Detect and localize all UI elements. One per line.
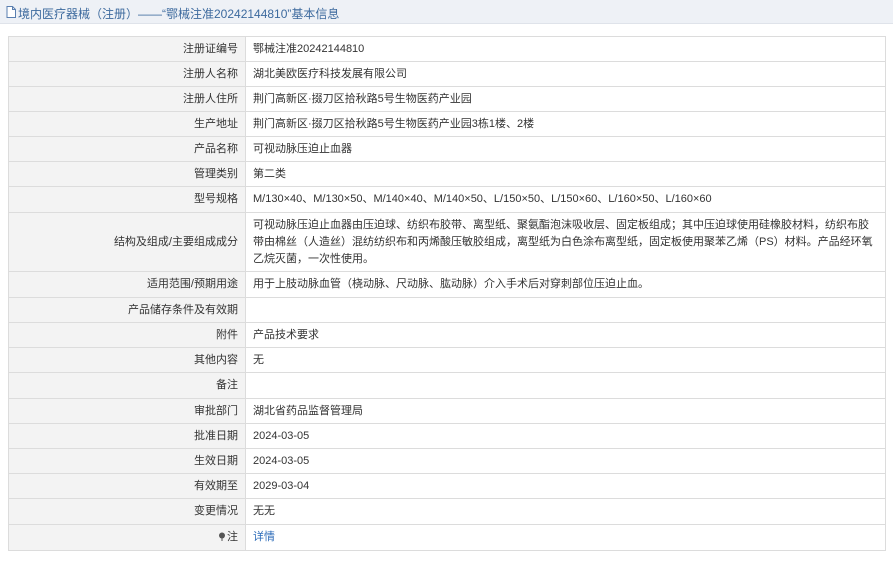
field-value: 2029-03-04 — [245, 473, 886, 499]
page-title: 境内医疗器械（注册）——“鄂械注准20242144810”基本信息 — [18, 7, 340, 21]
note-value-cell: 详情 — [245, 524, 886, 551]
field-label: 结构及组成/主要组成成分 — [8, 212, 246, 272]
field-value: 2024-03-05 — [245, 448, 886, 474]
table-row: 产品储存条件及有效期 — [8, 297, 886, 323]
field-value: M/130×40、M/130×50、M/140×40、M/140×50、L/15… — [245, 186, 886, 213]
field-label: 有效期至 — [8, 473, 246, 499]
field-label: 其他内容 — [8, 347, 246, 373]
table-row: 注册人住所 荆门高新区·掇刀区拾秋路5号生物医药产业园 — [8, 86, 886, 112]
field-value: 无 — [245, 347, 886, 373]
field-label: 附件 — [8, 322, 246, 348]
field-label: 适用范围/预期用途 — [8, 271, 246, 298]
field-value: 可视动脉压迫止血器 — [245, 136, 886, 162]
table-row: 生产地址 荆门高新区·掇刀区拾秋路5号生物医药产业园3栋1楼、2楼 — [8, 111, 886, 137]
table-row: 其他内容无 — [8, 347, 886, 373]
table-row: 注册证编号 鄂械注准20242144810 — [8, 36, 886, 62]
field-label: 产品储存条件及有效期 — [8, 297, 246, 323]
table-row: 结构及组成/主要组成成分 可视动脉压迫止血器由压迫球、纺织布胶带、离型纸、聚氨酯泡… — [8, 212, 886, 272]
field-label: 产品名称 — [8, 136, 246, 162]
table-row: 生效日期 2024-03-05 — [8, 448, 886, 474]
field-value: 荆门高新区·掇刀区拾秋路5号生物医药产业园3栋1楼、2楼 — [245, 111, 886, 137]
field-label: 注册人住所 — [8, 86, 246, 112]
field-label: 型号规格 — [8, 186, 246, 213]
detail-table: 注册证编号 鄂械注准20242144810 注册人名称 湖北美欧医疗科技发展有限公司注… — [8, 36, 886, 551]
table-row: 产品名称 可视动脉压迫止血器 — [8, 136, 886, 162]
field-value: 产品技术要求 — [245, 322, 886, 348]
field-value: 荆门高新区·掇刀区拾秋路5号生物医药产业园 — [245, 86, 886, 112]
field-label: 注册证编号 — [8, 36, 246, 62]
header-bar: 境内医疗器械（注册）——“鄂械注准20242144810”基本信息 — [0, 0, 893, 24]
table-row-note: 注 详情 — [8, 524, 886, 551]
field-value: 可视动脉压迫止血器由压迫球、纺织布胶带、离型纸、聚氨酯泡沫吸收层、固定板组成；其… — [245, 212, 886, 272]
field-label: 备注 — [8, 372, 246, 399]
document-icon — [6, 6, 16, 21]
field-value: 用于上肢动脉血管（桡动脉、尺动脉、肱动脉）介入手术后对穿刺部位压迫止血。 — [245, 271, 886, 298]
note-label-cell: 注 — [8, 524, 246, 551]
field-value: 第二类 — [245, 161, 886, 187]
table-row: 有效期至 2029-03-04 — [8, 473, 886, 499]
field-value — [245, 372, 886, 399]
field-label: 审批部门 — [8, 398, 246, 424]
table-row: 批准日期 2024-03-05 — [8, 423, 886, 449]
field-value: 湖北省药品监督管理局 — [245, 398, 886, 424]
field-label: 批准日期 — [8, 423, 246, 449]
field-label: 生产地址 — [8, 111, 246, 137]
field-value: 无无 — [245, 498, 886, 525]
table-row: 附件 产品技术要求 — [8, 322, 886, 348]
details-link[interactable]: 详情 — [253, 531, 275, 543]
table-row: 变更情况 无无 — [8, 498, 886, 525]
field-value — [245, 297, 886, 323]
table-row: 审批部门 湖北省药品监督管理局 — [8, 398, 886, 424]
field-label: 管理类别 — [8, 161, 246, 187]
field-value: 2024-03-05 — [245, 423, 886, 449]
field-label: 生效日期 — [8, 448, 246, 474]
table-row: 注册人名称 湖北美欧医疗科技发展有限公司 — [8, 61, 886, 87]
field-label: 变更情况 — [8, 498, 246, 525]
table-row: 管理类别 第二类 — [8, 161, 886, 187]
table-row: 适用范围/预期用途 用于上肢动脉血管（桡动脉、尺动脉、肱动脉）介入手术后对穿刺部位… — [8, 271, 886, 298]
table-row: 备注 — [8, 372, 886, 399]
field-value: 湖北美欧医疗科技发展有限公司 — [245, 61, 886, 87]
pin-icon — [218, 530, 226, 547]
note-label: 注 — [227, 530, 238, 543]
table-row: 型号规格 M/130×40、M/130×50、M/140×40、M/140×50、… — [8, 186, 886, 213]
field-value: 鄂械注准20242144810 — [245, 36, 886, 62]
field-label: 注册人名称 — [8, 61, 246, 87]
